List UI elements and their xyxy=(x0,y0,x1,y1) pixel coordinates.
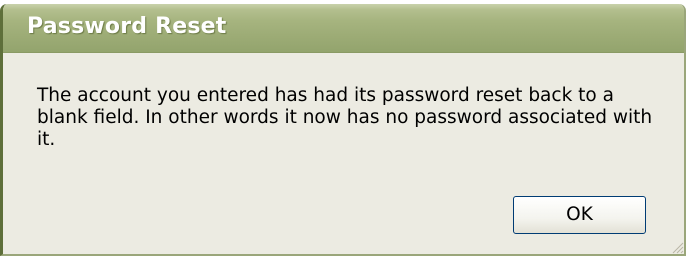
title-bar[interactable]: Password Reset xyxy=(3,4,684,53)
dialog-message: The account you entered has had its pass… xyxy=(37,85,653,150)
ok-button[interactable]: OK xyxy=(513,196,646,234)
resize-grip-icon[interactable] xyxy=(668,238,684,254)
dialog-title: Password Reset xyxy=(27,14,227,39)
password-reset-dialog: Password Reset The account you entered h… xyxy=(0,4,686,256)
